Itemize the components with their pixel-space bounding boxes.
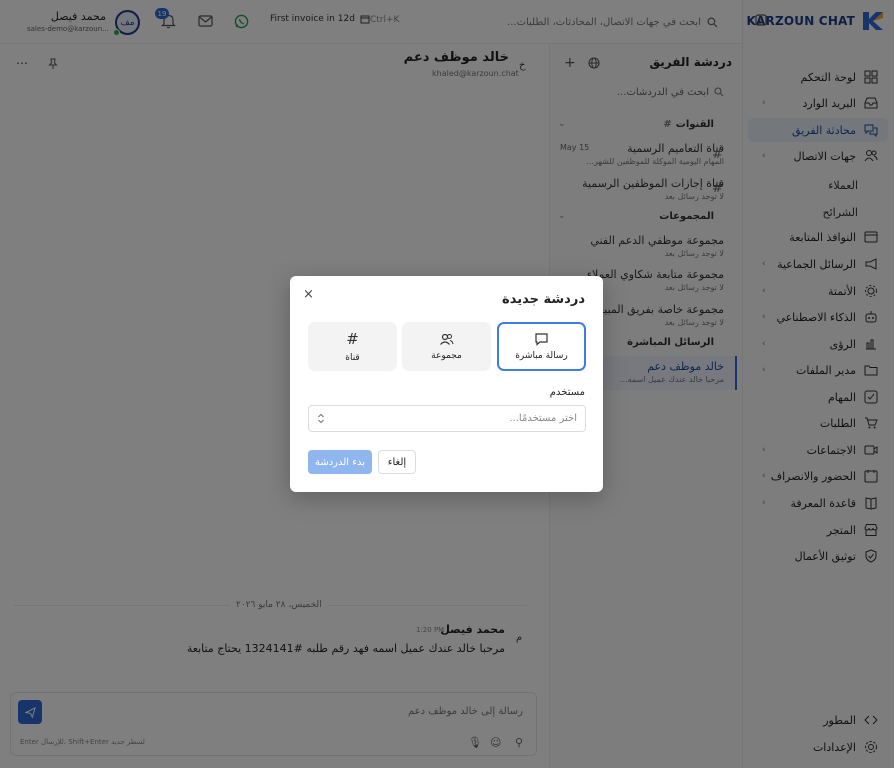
option-label: مجموعة <box>431 351 462 361</box>
user-field-label: مستخدم <box>549 387 585 398</box>
chevron-updown-icon <box>318 413 324 424</box>
option-label: قناة <box>345 353 360 363</box>
start-chat-button[interactable]: بدء الدردشة <box>308 450 372 474</box>
option-label: رسالة مباشرة <box>515 351 568 361</box>
option-channel[interactable]: # قناة <box>308 322 397 371</box>
users-icon <box>440 333 454 345</box>
new-chat-modal: دردشة جديدة × رسالة مباشرة مجموعة # قناة… <box>290 276 603 492</box>
close-icon[interactable]: × <box>303 287 314 302</box>
cancel-button[interactable]: إلغاء <box>378 450 416 474</box>
modal-title: دردشة جديدة <box>502 292 585 307</box>
user-select-placeholder: اختر مستخدمًا... <box>509 413 577 424</box>
user-select[interactable]: اختر مستخدمًا... <box>308 405 586 432</box>
option-direct-message[interactable]: رسالة مباشرة <box>497 322 586 371</box>
message-icon <box>535 333 548 346</box>
option-group[interactable]: مجموعة <box>402 322 491 371</box>
hash-icon: # <box>346 330 359 348</box>
